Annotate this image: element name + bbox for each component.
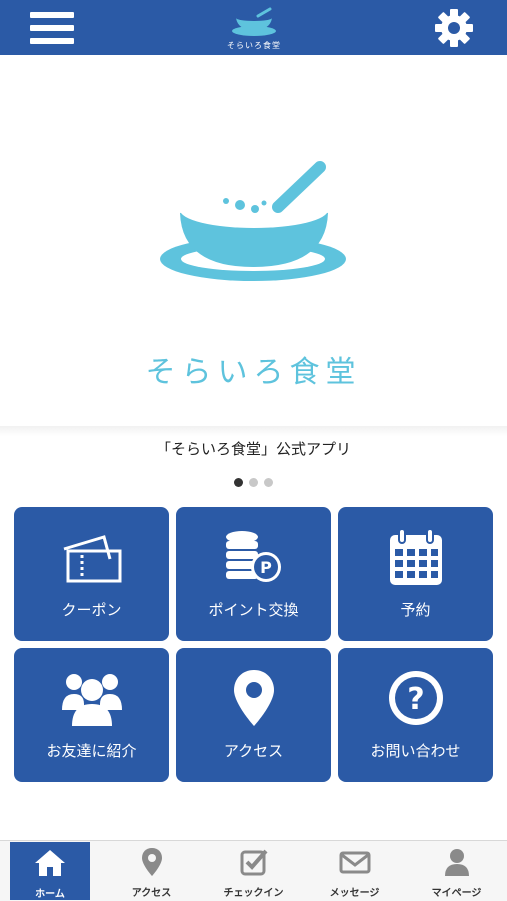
bottom-tab-bar: ホーム アクセス チェックイン メッセージ マイページ — [0, 840, 507, 901]
tile-label: お友達に紹介 — [46, 742, 137, 760]
point-exchange-tile[interactable]: P ポイント交換 — [176, 507, 331, 641]
person-icon — [406, 847, 507, 877]
tile-label: 予約 — [400, 601, 431, 619]
checkin-icon — [203, 847, 304, 877]
tab-mypage[interactable]: マイページ — [406, 841, 507, 901]
friends-icon — [14, 666, 169, 730]
question-icon: ? — [338, 666, 493, 730]
tab-label: チェックイン — [223, 888, 284, 899]
tab-label: メッセージ — [329, 888, 380, 899]
carousel-dot[interactable] — [234, 478, 243, 487]
svg-text:P: P — [260, 558, 272, 577]
refer-friends-tile[interactable]: お友達に紹介 — [14, 648, 169, 782]
tab-label: マイページ — [431, 888, 482, 899]
tile-label: クーポン — [61, 601, 122, 619]
header-logo-text: そらいろ食堂 — [227, 41, 281, 50]
tab-access[interactable]: アクセス — [101, 841, 202, 901]
bowl-logo-icon — [160, 161, 346, 281]
header-logo: そらいろ食堂 — [224, 4, 284, 52]
carousel-dot[interactable] — [249, 478, 258, 487]
carousel-dots[interactable] — [0, 472, 507, 487]
hero-caption: 「そらいろ食堂」公式アプリ — [155, 440, 351, 458]
coins-point-icon: P — [176, 525, 331, 589]
gear-icon[interactable] — [432, 6, 476, 50]
hero-divider — [0, 426, 507, 436]
calendar-icon — [338, 525, 493, 589]
tile-label: お問い合わせ — [370, 742, 461, 760]
app-header: そらいろ食堂 — [0, 0, 507, 55]
hamburger-menu-icon[interactable] — [30, 10, 74, 46]
tile-label: ポイント交換 — [208, 601, 299, 619]
tab-message[interactable]: メッセージ — [304, 841, 405, 901]
tab-checkin[interactable]: チェックイン — [203, 841, 304, 901]
home-icon — [10, 848, 90, 878]
hero-logo-text: そらいろ食堂 — [145, 355, 362, 390]
contact-tile[interactable]: ? お問い合わせ — [338, 648, 493, 782]
tab-home[interactable]: ホーム — [10, 842, 90, 900]
tile-label: アクセス — [223, 742, 284, 760]
map-pin-icon — [101, 847, 202, 877]
ticket-icon — [14, 525, 169, 589]
envelope-icon — [304, 847, 405, 877]
tab-label: アクセス — [131, 888, 172, 899]
map-pin-icon — [176, 666, 331, 730]
hero-slide[interactable]: そらいろ食堂 — [0, 55, 507, 433]
coupon-tile[interactable]: クーポン — [14, 507, 169, 641]
access-tile[interactable]: アクセス — [176, 648, 331, 782]
carousel-dot[interactable] — [264, 478, 273, 487]
bowl-logo-icon — [232, 7, 276, 36]
tab-label: ホーム — [35, 889, 65, 900]
svg-text:?: ? — [407, 682, 424, 717]
reservation-tile[interactable]: 予約 — [338, 507, 493, 641]
